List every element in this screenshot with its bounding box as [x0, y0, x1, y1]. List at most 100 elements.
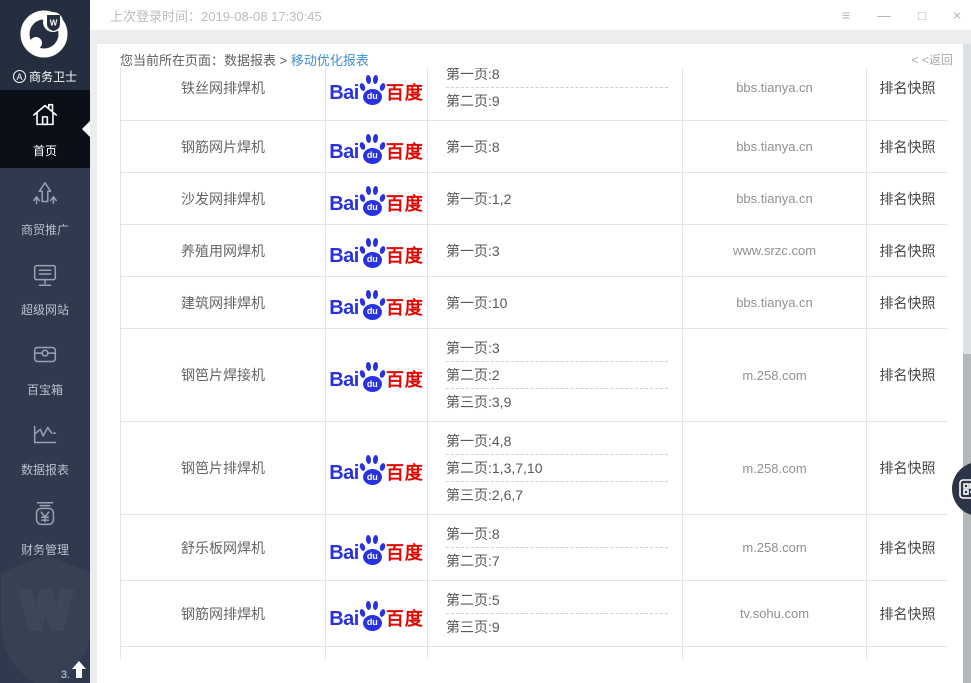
baidu-paw-icon: du [360, 237, 385, 268]
page-rank-entry: 第一页:8 [446, 68, 668, 87]
sidebar: W A 商务卫士 首页 [0, 0, 90, 683]
domain-cell: bbs.tianya.cn [683, 121, 867, 173]
page-rank-entry: 第一页:10 [446, 290, 668, 316]
window-controls: ≡ — □ × [842, 8, 961, 22]
back-link[interactable]: < <返回 [912, 51, 953, 68]
baidu-latin: Bai [329, 463, 359, 483]
baidu-logo-icon: Bai du 百度 [329, 358, 424, 392]
pages-cell: 第一页:1,2 [428, 173, 683, 225]
breadcrumb: 您当前所在页面：数据报表 > 移动优化报表 [120, 50, 369, 69]
sidebar-item-home[interactable]: 首页 [0, 90, 90, 168]
pages-cell: 第一页:3第二页:2第三页:3,9 [428, 329, 683, 422]
maximize-icon[interactable]: □ [918, 9, 926, 22]
sidebar-item-label: 百宝箱 [27, 381, 63, 398]
baidu-cn: 百度 [386, 299, 424, 317]
baidu-logo-icon: Bai du 百度 [329, 71, 424, 105]
baidu-logo-icon: Bai du 百度 [329, 531, 424, 565]
home-icon [30, 100, 60, 135]
baidu-paw-icon: du [360, 361, 385, 392]
baidu-cn: 百度 [386, 464, 424, 482]
pages-cell: 第一页:4,8第二页:1,3,7,10第三页:2,6,7 [428, 422, 683, 515]
brand-block: W A 商务卫士 [0, 0, 90, 90]
baidu-cn: 百度 [386, 371, 424, 389]
sidebar-menu: 首页 商贸推广 超级网站 [0, 90, 90, 568]
engine-cell: Bai du 百度 [326, 277, 428, 329]
snapshot-link[interactable]: 排名快照 [867, 422, 949, 515]
table-row: 地热网排焊机 Bai du 百度 第二页:7 bbs.tianya.cn 排名快… [121, 647, 949, 660]
snapshot-link[interactable]: 排名快照 [867, 121, 949, 173]
sidebar-item-label: 数据报表 [21, 461, 69, 478]
baidu-logo-icon: Bai du 百度 [329, 182, 424, 216]
domain-cell: bbs.tianya.cn [683, 68, 867, 121]
sidebar-item-super-website[interactable]: 超级网站 [0, 248, 90, 328]
brand-logo-icon: W [19, 6, 71, 65]
baidu-latin: Bai [329, 543, 359, 563]
page-rank-entry: 第三页:9 [446, 613, 668, 640]
up-arrow-cursor-icon[interactable] [72, 661, 86, 681]
breadcrumb-section[interactable]: 数据报表 [224, 53, 276, 68]
table-row: 建筑网排焊机 Bai du 百度 第一页:10 bbs.tianya.cn 排名… [121, 277, 949, 329]
baidu-paw-du: du [363, 200, 382, 216]
page-background: 您当前所在页面：数据报表 > 移动优化报表 < <返回 铁丝网排焊机 Bai d… [90, 30, 971, 683]
snapshot-link[interactable]: 排名快照 [867, 173, 949, 225]
keyword-cell: 地热网排焊机 [121, 647, 326, 660]
close-icon[interactable]: × [953, 8, 961, 22]
snapshot-link[interactable]: 排名快照 [867, 515, 949, 581]
domain-cell: bbs.tianya.cn [683, 647, 867, 660]
scrollbar-track[interactable] [963, 44, 971, 683]
sidebar-item-label: 首页 [33, 142, 57, 159]
baidu-latin: Bai [329, 609, 359, 629]
keyword-cell: 钢笆片排焊机 [121, 422, 326, 515]
baidu-paw-du: du [363, 89, 382, 105]
sidebar-item-treasure-box[interactable]: 百宝箱 [0, 328, 90, 408]
keyword-cell: 沙发网排焊机 [121, 173, 326, 225]
sidebar-footer: 3. [61, 661, 86, 681]
snapshot-link[interactable]: 排名快照 [867, 277, 949, 329]
table-row: 钢筋网排焊机 Bai du 百度 第二页:5第三页:9 tv.sohu.com … [121, 581, 949, 647]
domain-cell: m.258.com [683, 515, 867, 581]
baidu-logo-icon: Bai du 百度 [329, 451, 424, 485]
page-rank-entry: 第一页:1,2 [446, 186, 668, 212]
engine-cell: Bai du 百度 [326, 68, 428, 121]
sidebar-item-finance[interactable]: 财务管理 [0, 488, 90, 568]
baidu-paw-icon: du [360, 600, 385, 631]
keyword-cell: 钢筋网片焊机 [121, 121, 326, 173]
domain-cell: m.258.com [683, 329, 867, 422]
baidu-paw-icon: du [360, 74, 385, 105]
svg-text:W: W [50, 19, 58, 28]
finance-yuan-icon [30, 499, 60, 534]
page-rank-entry: 第一页:3 [446, 238, 668, 264]
baidu-logo-icon: Bai du 百度 [329, 130, 424, 164]
promotion-arrows-icon [30, 179, 60, 214]
scrollbar-thumb[interactable] [963, 354, 971, 683]
baidu-latin: Bai [329, 83, 359, 103]
pages-cell: 第一页:8第二页:7 [428, 515, 683, 581]
baidu-paw-du: du [363, 376, 382, 392]
breadcrumb-current[interactable]: 移动优化报表 [291, 53, 369, 68]
minimize-icon[interactable]: — [877, 8, 891, 22]
sidebar-item-data-reports[interactable]: 数据报表 [0, 408, 90, 488]
menu-icon[interactable]: ≡ [842, 8, 850, 22]
snapshot-link[interactable]: 排名快照 [867, 329, 949, 422]
engine-cell: Bai du 百度 [326, 647, 428, 660]
table-row: 养殖用网焊机 Bai du 百度 第一页:3 www.srzc.com 排名快照 [121, 225, 949, 277]
engine-cell: Bai du 百度 [326, 581, 428, 647]
table-row: 钢笆片排焊机 Bai du 百度 第一页:4,8第二页:1,3,7,10第三页:… [121, 422, 949, 515]
baidu-logo-icon: Bai du 百度 [329, 286, 424, 320]
baidu-logo-icon: Bai du 百度 [329, 234, 424, 268]
sidebar-item-label: 超级网站 [21, 301, 69, 318]
snapshot-link[interactable]: 排名快照 [867, 225, 949, 277]
footer-counter: 3. [61, 669, 70, 681]
keyword-cell: 钢笆片焊接机 [121, 329, 326, 422]
snapshot-link[interactable]: 排名快照 [867, 581, 949, 647]
domain-cell: m.258.com [683, 422, 867, 515]
baidu-paw-icon: du [360, 185, 385, 216]
page-rank-entry: 第一页:8 [446, 134, 668, 160]
snapshot-link[interactable]: 排名快照 [867, 68, 949, 121]
sidebar-item-trade-promotion[interactable]: 商贸推广 [0, 168, 90, 248]
report-table-container: 铁丝网排焊机 Bai du 百度 第一页:8第二页:9 bbs.tianya.c… [120, 68, 948, 659]
baidu-latin: Bai [329, 194, 359, 214]
pages-cell: 第一页:3 [428, 225, 683, 277]
sidebar-item-label: 财务管理 [21, 541, 69, 558]
snapshot-link[interactable]: 排名快照 [867, 647, 949, 660]
